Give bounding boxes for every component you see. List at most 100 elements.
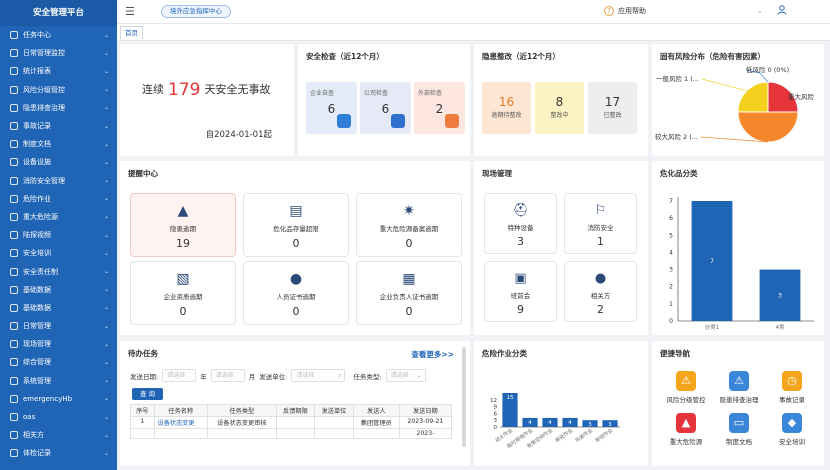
sidebar-item[interactable]: 任务中心 ⌄ xyxy=(0,26,117,44)
hazard-item[interactable]: 17 已整改 xyxy=(588,82,637,134)
site-item[interactable]: ▣ 班前会 9 xyxy=(484,261,557,322)
danger-bar-value: 4 xyxy=(548,420,552,426)
inspection-item[interactable]: 公司检查 6 xyxy=(360,82,411,134)
sidebar-item-label: 现场管理 xyxy=(23,340,51,349)
sidebar-item-label: 日常管理监控 xyxy=(23,49,65,58)
sidebar-item[interactable]: 综合管理 ⌄ xyxy=(0,353,117,371)
menu-item-icon xyxy=(10,231,18,240)
sidebar-item[interactable]: 隐患排查治理 ⌄ xyxy=(0,99,117,117)
quick-nav-item[interactable]: ◆ 安全培训 xyxy=(766,413,818,446)
reminder-item[interactable]: ✷ 重大危险源备案逾期 0 xyxy=(356,193,462,257)
pie-slice[interactable] xyxy=(737,111,799,143)
table-cell-type: 设备状态变更审核 xyxy=(207,416,277,429)
quick-nav-label: 隐患排查治理 xyxy=(719,396,759,404)
sidebar-item[interactable]: emergencyHb ⌄ xyxy=(0,390,117,408)
hazard-item[interactable]: 16 逾期待整改 xyxy=(482,82,531,134)
sidebar-item-label: emergencyHb xyxy=(23,394,73,403)
menu-item-icon xyxy=(10,140,18,149)
inspection-item-label: 企业自查 xyxy=(310,90,335,97)
quick-nav-item[interactable]: ▭ 制度文档 xyxy=(713,413,765,446)
sidebar-item[interactable]: 设备设施 ⌄ xyxy=(0,153,117,171)
menu-item-icon xyxy=(10,394,18,403)
sidebar-item-label: 体检记录 xyxy=(23,449,51,458)
sidebar-item[interactable]: 相关方 ⌄ xyxy=(0,426,117,444)
quick-nav-item[interactable]: ▲ 重大危险源 xyxy=(660,413,712,446)
sidebar-item[interactable]: 系统管理 ⌄ xyxy=(0,372,117,390)
pie-leader-line xyxy=(701,78,747,92)
user-icon[interactable] xyxy=(777,5,787,18)
quick-link-button[interactable]: 境外应急指挥中心 xyxy=(160,5,231,18)
sidebar-item[interactable]: 安全责任制 ⌄ xyxy=(0,262,117,280)
reminder-item[interactable]: ▦ 企业负责人证书逾期 0 xyxy=(356,261,462,325)
reminder-item[interactable]: ▲ 隐患逾期 19 xyxy=(130,193,236,257)
month-select[interactable]: 请选择 xyxy=(210,369,245,382)
chevron-down-icon[interactable]: ⌄ xyxy=(757,7,763,15)
type-select[interactable]: 请选择 ⌄ xyxy=(385,369,426,382)
reminder-item[interactable]: ▧ 企业资质逾期 0 xyxy=(130,261,236,325)
sidebar-item[interactable]: 消防安全管理 ⌄ xyxy=(0,172,117,190)
site-item[interactable]: ⚐ 消防安全 1 xyxy=(564,193,637,254)
year-select[interactable]: 请选择 xyxy=(162,369,197,382)
todo-card: 待办任务 查看更多>> 发送日期: 请选择 年 请选择 月 发送单位: 请选择 ⌕… xyxy=(120,341,470,466)
site-item[interactable]: ● 相关方 2 xyxy=(564,261,637,322)
inspection-item-label: 外部检查 xyxy=(418,90,443,97)
sidebar-item[interactable]: 事故记录 ⌄ xyxy=(0,117,117,135)
tab-home[interactable]: 首页 xyxy=(120,26,143,39)
reminder-item[interactable]: ▤ 危化品存量超限 0 xyxy=(243,193,349,257)
chem-bar-value: 7 xyxy=(710,258,714,265)
danger-y-tick: 0 xyxy=(494,425,498,431)
sidebar-item[interactable]: 日常管理监控 ⌄ xyxy=(0,44,117,62)
quick-nav-item[interactable]: ◷ 事故记录 xyxy=(766,371,818,404)
help-icon: ? xyxy=(604,6,614,16)
sidebar-item[interactable]: 制度文档 ⌄ xyxy=(0,135,117,153)
danger-work-card: 危险作业分类 0 3 6 9 12 15 动火作业 4 临时用电作业 4 有限空间作业 4 高处作业 3 吊… xyxy=(474,341,648,466)
query-button[interactable]: 查 询 xyxy=(132,388,163,400)
sidebar-item[interactable]: 基础数据 ⌄ xyxy=(0,299,117,317)
menu-toggle-icon[interactable]: ☰ xyxy=(125,5,135,18)
sidebar-item-label: 系统管理 xyxy=(23,376,51,385)
sidebar-item[interactable]: 统计报表 ⌄ xyxy=(0,62,117,80)
sidebar-item[interactable]: 基础数据 ⌄ xyxy=(0,281,117,299)
todo-scrollbar[interactable] xyxy=(462,347,466,447)
inspection-badge-icon xyxy=(445,114,459,128)
sidebar-item[interactable]: 现场管理 ⌄ xyxy=(0,335,117,353)
inspection-item-label: 公司检查 xyxy=(364,90,389,97)
view-more-link[interactable]: 查看更多>> xyxy=(411,349,454,360)
hazard-title: 隐患整改（近12个月） xyxy=(482,52,560,61)
inspection-item[interactable]: 外部检查 2 xyxy=(414,82,465,134)
risk-icon: ⚠ xyxy=(676,371,696,391)
sidebar-item-label: 设备设施 xyxy=(23,158,51,167)
pie-slice[interactable] xyxy=(737,81,769,113)
worker-icon: ● xyxy=(594,271,607,286)
chevron-down-icon: ⌄ xyxy=(103,322,109,330)
hazard-item[interactable]: 8 整改中 xyxy=(535,82,584,134)
site-item[interactable]: ⛑ 特种设备 3 xyxy=(484,193,557,254)
table-cell-name[interactable]: 设备状态变更 xyxy=(153,416,209,429)
reminder-item[interactable]: ● 人员证书逾期 0 xyxy=(243,261,349,325)
month-unit: 月 xyxy=(248,372,256,381)
danger-y-tick: 3 xyxy=(494,418,498,424)
sidebar-item[interactable]: 体检记录 ⌄ xyxy=(0,444,117,462)
sidebar-item[interactable]: 陆探视频 ⌄ xyxy=(0,226,117,244)
sidebar-item[interactable]: 日常管理 ⌄ xyxy=(0,317,117,335)
sidebar-item-label: 危险作业 xyxy=(23,194,51,203)
inspection-item[interactable]: 企业自查 6 xyxy=(306,82,357,134)
sidebar-item[interactable]: oas ⌄ xyxy=(0,408,117,426)
sidebar-item[interactable]: 重大危险源 ⌄ xyxy=(0,208,117,226)
reminder-item-label: 隐患逾期 xyxy=(170,225,196,233)
help-link[interactable]: ? 应用帮助 xyxy=(604,6,646,16)
quick-nav-item[interactable]: ⚠ 隐患排查治理 xyxy=(713,371,765,404)
table-row[interactable]: 1 设备状态变更 设备状态变更审核 集团管理员 2023-09-21 xyxy=(130,416,453,429)
quick-nav-item[interactable]: ⚠ 风险分级管控 xyxy=(660,371,712,404)
table-cell-date: 2023- xyxy=(398,428,453,439)
sidebar-item[interactable]: 安全培训 ⌄ xyxy=(0,244,117,262)
chevron-down-icon: ⌄ xyxy=(103,158,109,166)
danger-x-tick: 高处作业 xyxy=(554,427,574,444)
sidebar-item[interactable]: 危险作业 ⌄ xyxy=(0,190,117,208)
unit-select[interactable]: 请选择 ⌕ xyxy=(291,369,346,382)
table-row[interactable]: 2023- xyxy=(130,428,453,439)
danger-x-tick: 其他作业 xyxy=(594,427,614,444)
sidebar-item[interactable]: 风险分级管控 ⌄ xyxy=(0,81,117,99)
table-cell-name[interactable] xyxy=(153,428,209,439)
chevron-down-icon: ⌄ xyxy=(103,249,109,257)
